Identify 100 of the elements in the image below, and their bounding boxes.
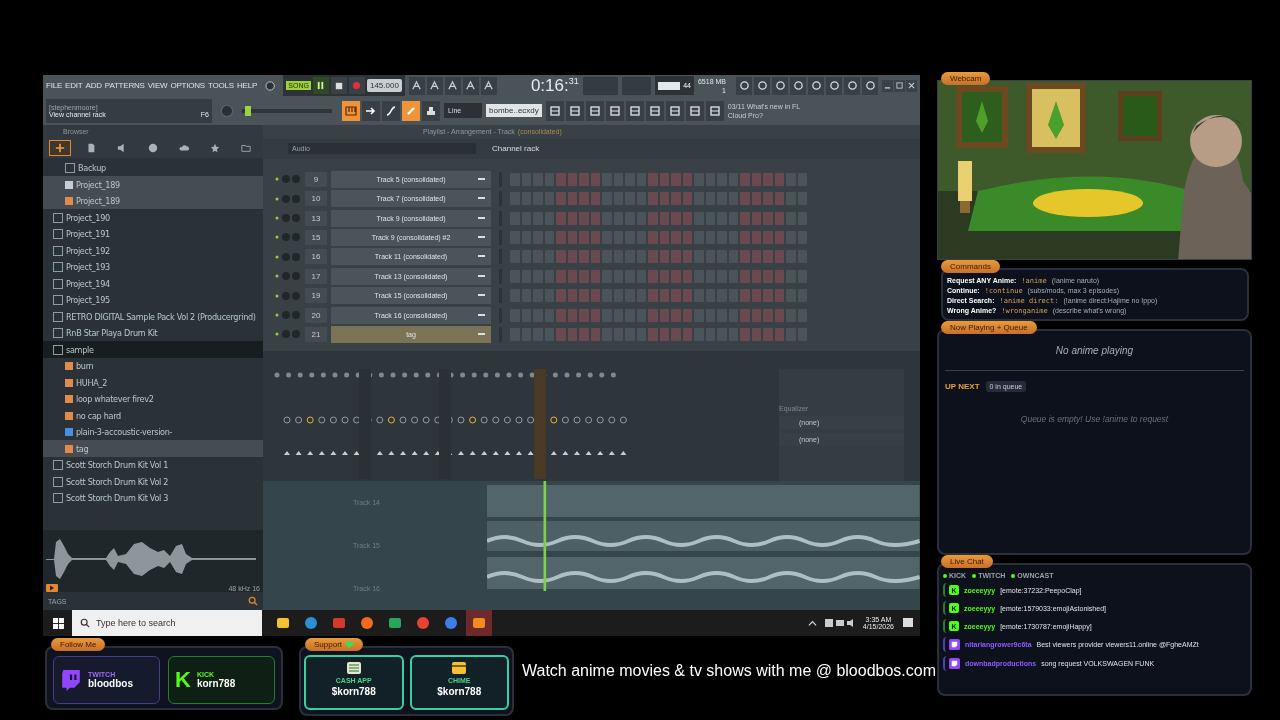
menu-item[interactable]: PATTERNS <box>104 81 145 91</box>
toolbar-button[interactable] <box>790 76 806 95</box>
browser-item[interactable]: plain-3-accoustic-version- <box>43 423 263 441</box>
toolbar-button[interactable] <box>862 76 878 95</box>
channel-knobs-icon[interactable] <box>275 310 301 320</box>
menu-item[interactable]: ADD <box>85 81 102 91</box>
toolbar-button[interactable] <box>462 76 479 95</box>
browser-item[interactable]: sample <box>43 341 263 358</box>
maximize-button[interactable] <box>894 79 905 92</box>
toolbar-button[interactable] <box>426 76 443 95</box>
window-button[interactable] <box>665 100 684 121</box>
folder-icon <box>53 212 63 223</box>
mixer-track-number[interactable]: 17 <box>305 268 327 284</box>
channel-knobs-icon[interactable] <box>275 232 301 243</box>
window-button[interactable] <box>685 100 704 121</box>
taskbar-app[interactable] <box>466 610 492 637</box>
browser-item[interactable]: Project_191 <box>43 225 263 243</box>
stop-button[interactable] <box>330 77 347 95</box>
slider-thumb[interactable] <box>245 105 252 116</box>
browser-item[interactable]: Project_194 <box>43 275 263 292</box>
channel-knobs-icon[interactable] <box>275 193 301 204</box>
menu-item[interactable]: TOOLS <box>208 81 234 91</box>
platform-handle: korn788 <box>196 678 236 690</box>
mixer-track-number[interactable]: 21 <box>305 326 327 342</box>
channel-knobs-icon[interactable] <box>275 271 301 282</box>
window-button[interactable] <box>545 100 564 121</box>
browser-item[interactable]: no cap hard <box>43 407 263 424</box>
menu-item[interactable]: VIEW <box>147 81 168 91</box>
channel-knobs-icon[interactable] <box>275 213 301 224</box>
windows-icon[interactable] <box>53 617 64 629</box>
mixer-track-number[interactable]: 15 <box>305 229 327 245</box>
channel-knobs-icon[interactable] <box>275 174 301 185</box>
browser-item[interactable]: HUHA_2 <box>43 374 263 391</box>
search-icon[interactable] <box>248 596 258 607</box>
window-button[interactable] <box>645 100 664 121</box>
chat-bubble-icon <box>60 669 82 692</box>
tool-button[interactable] <box>422 100 440 121</box>
menu-item[interactable]: HELP <box>237 81 258 91</box>
browser-item[interactable]: loop whatever firev2 <box>43 390 263 408</box>
browser-item[interactable]: Scott Storch Drum Kit Vol 3 <box>43 489 263 507</box>
tool-button[interactable] <box>402 100 420 121</box>
browser-item[interactable]: Scott Storch Drum Kit Vol 1 <box>43 456 263 474</box>
toolbar-button[interactable] <box>826 76 842 95</box>
browser-item[interactable]: Project_192 <box>43 242 263 259</box>
mixer-track-number[interactable]: 19 <box>305 288 327 304</box>
toolbar-button[interactable] <box>808 76 824 95</box>
tempo-display[interactable]: 145.000 <box>366 79 402 93</box>
browser-item[interactable]: Project_189 <box>43 176 263 193</box>
play-icon[interactable] <box>46 584 58 593</box>
window-icon <box>668 104 681 117</box>
taskbar-search-field[interactable]: Type here to search <box>72 610 262 637</box>
mixer-track-number[interactable]: 20 <box>305 307 327 323</box>
toolbar-button[interactable] <box>444 76 461 95</box>
browser-item[interactable]: Project_193 <box>43 258 263 276</box>
browser-item[interactable]: tag <box>43 440 263 457</box>
app-icon <box>416 616 430 631</box>
browser-item[interactable]: Backup <box>43 159 263 177</box>
window-button[interactable] <box>705 100 724 121</box>
pause-button[interactable] <box>312 77 329 95</box>
mixer-track-number[interactable]: 13 <box>305 210 327 226</box>
browser-item[interactable]: Scott Storch Drum Kit Vol 2 <box>43 473 263 490</box>
toolbar-button[interactable] <box>736 76 752 95</box>
browser-tab[interactable] <box>49 139 71 156</box>
menu-item[interactable]: FILE <box>46 81 63 91</box>
close-button[interactable] <box>906 79 917 92</box>
chevron-up-icon[interactable] <box>807 618 817 628</box>
toolbar-button[interactable] <box>772 76 788 95</box>
browser-item[interactable]: RETRO DIGITAL Sample Pack Vol 2 (Producergrind) <box>43 308 263 325</box>
toolbar-button[interactable] <box>408 76 425 95</box>
tray-icons-drawing[interactable] <box>824 618 855 629</box>
window-button[interactable] <box>605 100 624 121</box>
tool-button[interactable] <box>362 100 380 121</box>
browser-item[interactable]: burn <box>43 357 263 375</box>
chat-bubble-icon <box>949 658 960 669</box>
mixer-track-number[interactable]: 16 <box>305 249 327 265</box>
notification-icon[interactable] <box>902 617 914 630</box>
record-icon <box>352 81 362 91</box>
channel-knobs-icon[interactable] <box>275 290 301 301</box>
browser-item[interactable]: Project_190 <box>43 209 263 226</box>
toolbar-button[interactable] <box>754 76 770 95</box>
tool-button[interactable] <box>382 100 400 121</box>
knob-icon[interactable] <box>265 78 276 93</box>
mixer-track-number[interactable]: 10 <box>305 191 327 207</box>
chat-bubble-icon <box>949 639 960 650</box>
toolbar-button[interactable] <box>844 76 860 95</box>
menu-item[interactable]: EDIT <box>65 81 83 91</box>
window-button[interactable] <box>625 100 644 121</box>
channel-knobs-icon[interactable] <box>275 329 301 340</box>
glyph-icon <box>447 80 459 92</box>
mixer-track-number[interactable]: 9 <box>305 171 327 187</box>
channel-knobs-icon[interactable] <box>275 251 301 262</box>
browser-item[interactable]: RnB Star Playa Drum Kit <box>43 324 263 342</box>
minimize-button[interactable] <box>882 79 893 92</box>
pattern-selector[interactable]: bombe..ecxdy <box>486 104 542 118</box>
card-icon <box>451 661 468 676</box>
menu-item[interactable]: OPTIONS <box>170 81 205 91</box>
window-button[interactable] <box>565 100 584 121</box>
window-button[interactable] <box>585 100 604 121</box>
toolbar-button[interactable] <box>480 76 497 95</box>
browser-item[interactable]: Project_195 <box>43 291 263 309</box>
